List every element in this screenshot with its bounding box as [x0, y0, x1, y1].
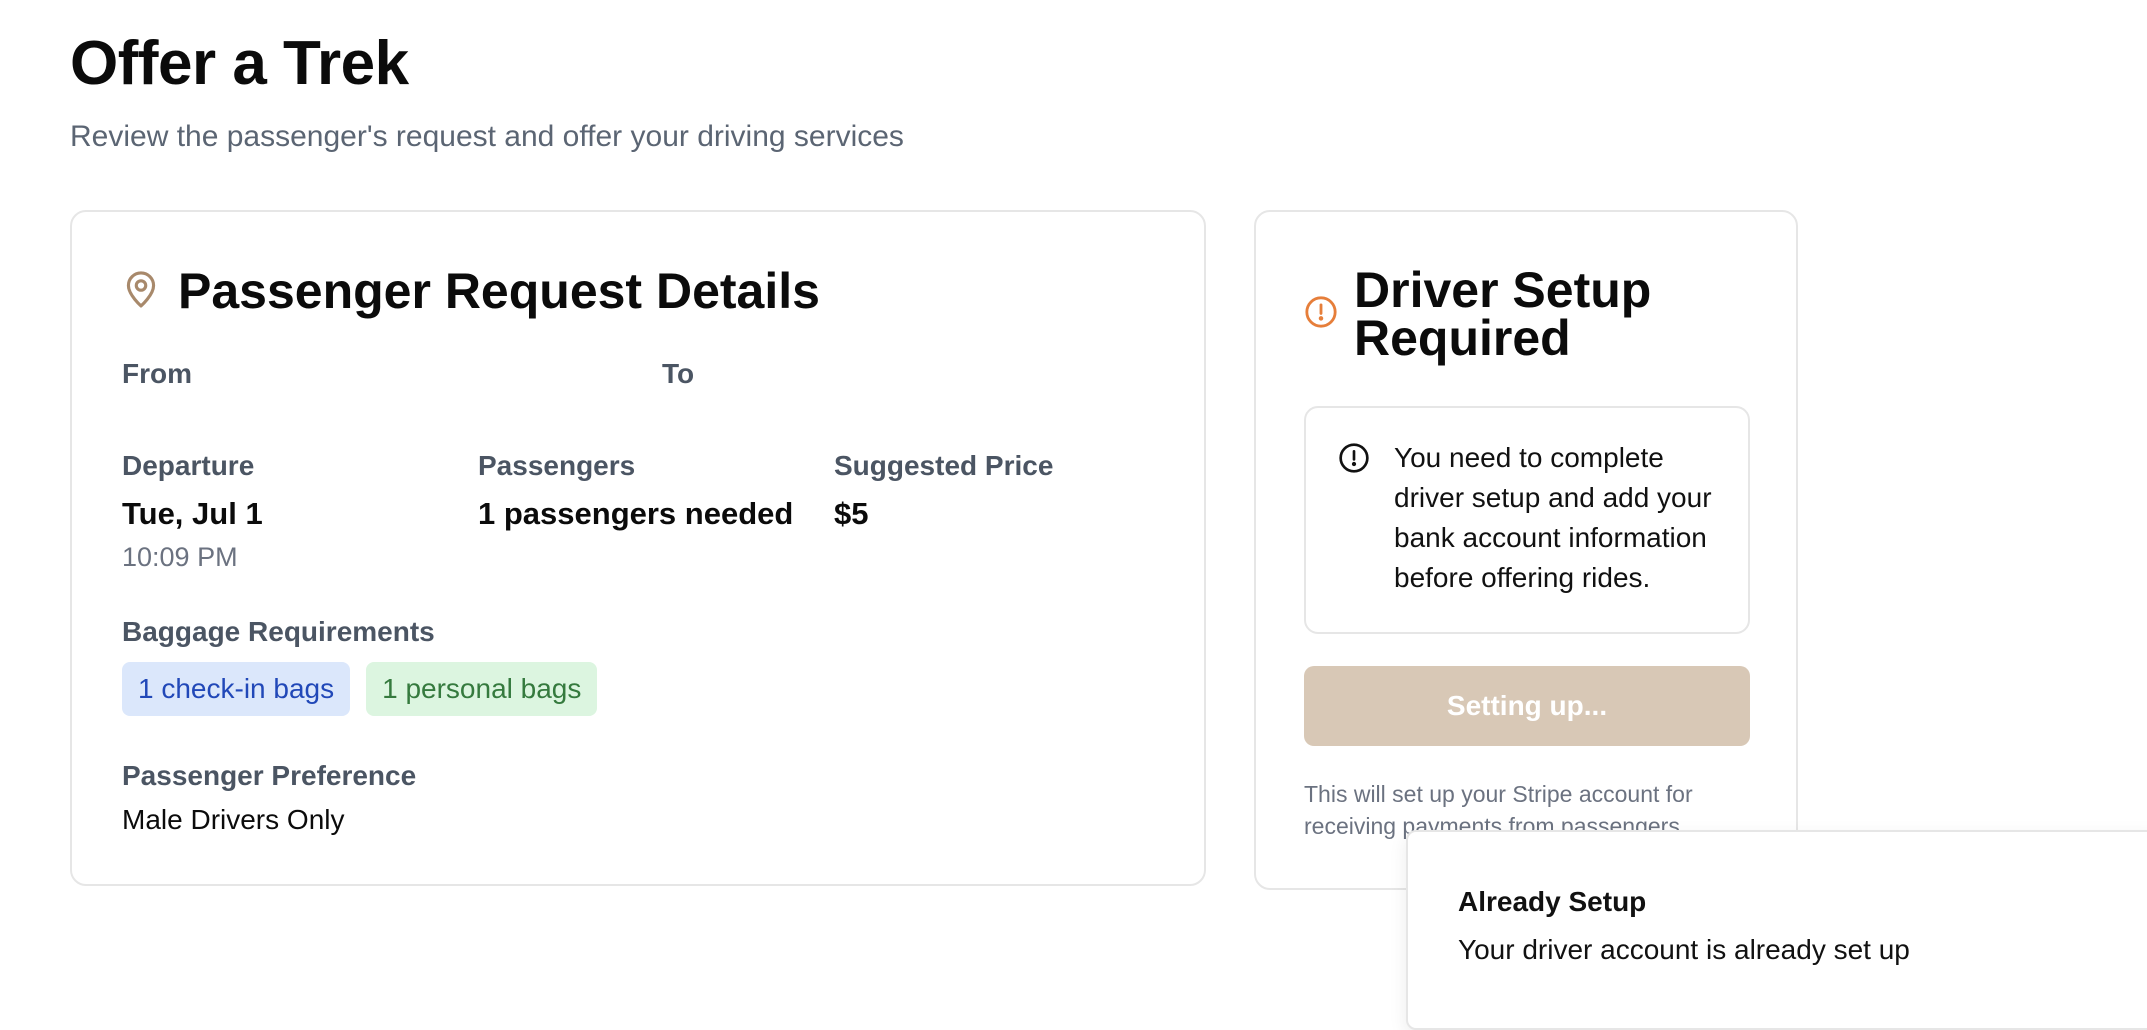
request-card-title: Passenger Request Details	[178, 263, 820, 319]
checkin-bags-badge: 1 check-in bags	[122, 662, 351, 716]
toast-description: Your driver account is already set up	[1458, 934, 1910, 965]
setup-driver-button[interactable]: Setting up...	[1304, 666, 1750, 746]
baggage-badges: 1 check-in bags 1 personal bags	[122, 662, 598, 716]
departure-date: Tue, Jul 1	[122, 496, 263, 531]
info-alert-icon	[1338, 442, 1370, 479]
driver-setup-alert: You need to complete driver setup and ad…	[1304, 406, 1750, 634]
departure-label: Departure	[122, 450, 255, 481]
passenger-preference-label: Passenger Preference	[122, 760, 417, 791]
toast-notification[interactable]: Already Setup Your driver account is alr…	[1406, 830, 2147, 1030]
passengers-label: Passengers	[478, 450, 636, 481]
suggested-price-label: Suggested Price	[834, 450, 1054, 481]
driver-setup-alert-text: You need to complete driver setup and ad…	[1394, 442, 1712, 593]
to-label: To	[662, 358, 695, 389]
personal-bags-badge: 1 personal bags	[366, 662, 598, 716]
page-subtitle: Review the passenger's request and offer…	[70, 120, 904, 153]
driver-card-title: Driver Setup Required	[1354, 262, 1652, 366]
passengers-value: 1 passengers needed	[478, 496, 794, 531]
toast-title: Already Setup	[1458, 886, 1647, 917]
passenger-request-card: Passenger Request Details From To Depart…	[70, 210, 1206, 886]
from-label: From	[122, 358, 192, 389]
map-pin-icon	[122, 269, 160, 313]
passenger-preference-value: Male Drivers Only	[122, 804, 345, 835]
baggage-label: Baggage Requirements	[122, 616, 435, 647]
suggested-price-value: $5	[834, 496, 869, 531]
alert-circle-icon	[1304, 295, 1338, 334]
driver-setup-card: Driver Setup Required You need to comple…	[1254, 210, 1798, 890]
departure-time: 10:09 PM	[122, 542, 238, 572]
page-title: Offer a Trek	[70, 29, 409, 98]
driver-card-header: Driver Setup Required	[1304, 262, 1796, 366]
request-card-header: Passenger Request Details	[122, 262, 820, 320]
